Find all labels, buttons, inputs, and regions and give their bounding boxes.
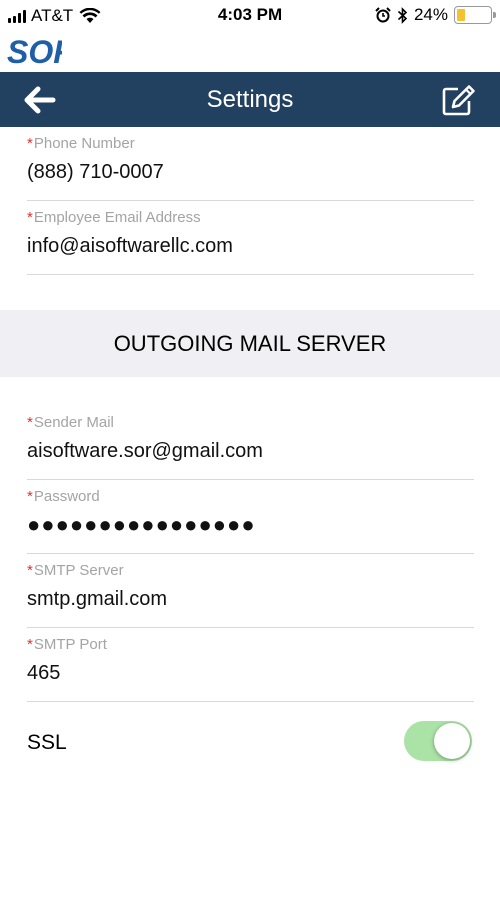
page-title: Settings xyxy=(206,86,294,113)
app-logo: SOR xyxy=(6,34,76,70)
employee-email-input[interactable]: info@aisoftwarellc.com xyxy=(27,235,474,258)
employee-email-field: *Employee Email Address info@aisoftwarel… xyxy=(27,201,474,275)
sender-mail-field: *Sender Mail aisoftware.sor@gmail.com xyxy=(27,406,474,480)
phone-number-label: *Phone Number xyxy=(27,135,135,152)
smtp-server-label: *SMTP Server xyxy=(27,562,124,579)
required-marker: * xyxy=(27,414,33,431)
required-marker: * xyxy=(27,135,33,152)
sender-mail-label: *Sender Mail xyxy=(27,414,114,431)
status-left: AT&T xyxy=(8,6,101,26)
required-marker: * xyxy=(27,209,33,226)
employee-email-label: *Employee Email Address xyxy=(27,209,201,226)
battery-icon xyxy=(454,6,496,24)
password-field: *Password ●●●●●●●●●●●●●●●● xyxy=(27,480,474,554)
ssl-row: SSL xyxy=(27,710,474,772)
smtp-port-label: *SMTP Port xyxy=(27,636,107,653)
required-marker: * xyxy=(27,562,33,579)
field-label-text: SMTP Server xyxy=(33,562,124,579)
phone-number-input[interactable]: (888) 710-0007 xyxy=(27,161,474,184)
smtp-server-input[interactable]: smtp.gmail.com xyxy=(27,588,474,611)
password-label: *Password xyxy=(27,488,100,505)
battery-percent: 24% xyxy=(413,5,448,24)
bluetooth-icon xyxy=(397,6,408,24)
wifi-icon xyxy=(79,8,101,23)
carrier-name: AT&T xyxy=(31,6,74,25)
section-header-outgoing-mail: OUTGOING MAIL SERVER xyxy=(0,310,500,377)
password-input[interactable]: ●●●●●●●●●●●●●●●● xyxy=(27,512,474,538)
edit-icon xyxy=(442,85,475,116)
phone-number-field: *Phone Number (888) 710-0007 xyxy=(27,127,474,201)
smtp-port-input[interactable]: 465 xyxy=(27,662,474,685)
field-label-text: Sender Mail xyxy=(33,414,114,431)
arrow-left-icon xyxy=(24,86,56,114)
field-label-text: SMTP Port xyxy=(33,636,107,653)
ssl-toggle[interactable] xyxy=(404,721,472,761)
back-button[interactable] xyxy=(24,86,56,114)
navigation-bar: Settings xyxy=(0,72,500,127)
status-right: 24% xyxy=(375,5,496,25)
sender-mail-input[interactable]: aisoftware.sor@gmail.com xyxy=(27,440,474,463)
signal-icon xyxy=(8,9,26,23)
logo-text: SOR xyxy=(7,34,62,66)
required-marker: * xyxy=(27,636,33,653)
toggle-knob xyxy=(434,723,470,759)
field-label-text: Phone Number xyxy=(33,135,135,152)
battery-fill xyxy=(457,9,465,21)
required-marker: * xyxy=(27,488,33,505)
status-bar: AT&T 4:03 PM 24% xyxy=(0,0,500,30)
ssl-label: SSL xyxy=(27,731,67,754)
edit-button[interactable] xyxy=(442,84,476,116)
alarm-icon xyxy=(375,7,391,23)
field-label-text: Password xyxy=(33,488,100,505)
smtp-server-field: *SMTP Server smtp.gmail.com xyxy=(27,554,474,628)
field-label-text: Employee Email Address xyxy=(33,209,201,226)
smtp-port-field: *SMTP Port 465 xyxy=(27,628,474,702)
